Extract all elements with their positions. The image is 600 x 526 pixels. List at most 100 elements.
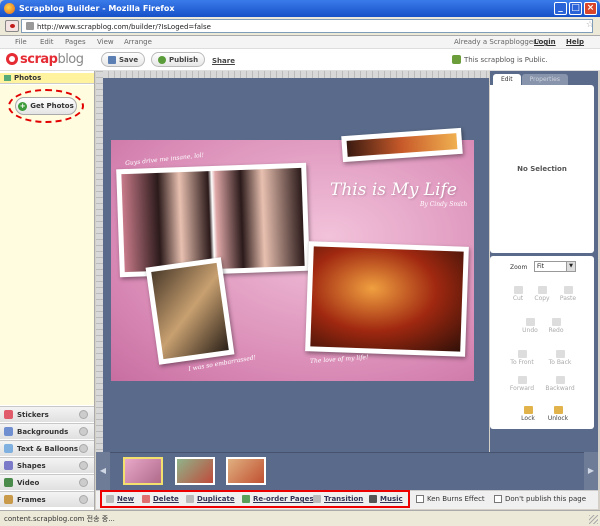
bookmark-star-icon[interactable]: ☆: [586, 20, 594, 30]
forward-button[interactable]: Forward: [504, 376, 540, 392]
dont-publish-checkbox[interactable]: Don't publish this page: [494, 495, 586, 503]
photo-image: [346, 133, 458, 157]
tool-label: Cut: [512, 295, 524, 302]
new-page-button[interactable]: New: [106, 495, 134, 503]
public-status: This scrapblog is Public.: [452, 55, 548, 64]
tab-edit[interactable]: Edit: [493, 74, 521, 85]
browser-statusbar: content.scrapblog.com 전송 중...: [0, 510, 600, 526]
menu-view[interactable]: View: [97, 38, 114, 46]
expand-icon: [79, 478, 88, 487]
section-text-balloons[interactable]: Text & Balloons: [0, 440, 94, 456]
zoom-select[interactable]: Fit ▼: [534, 261, 576, 272]
page-headline[interactable]: This is My Life: [330, 180, 457, 200]
checkbox-box: [494, 495, 502, 503]
cut-icon: [513, 286, 523, 294]
address-toolbar: http://www.scrapblog.com/builder/?IsLoge…: [0, 17, 600, 36]
get-photos-button[interactable]: + Get Photos: [15, 97, 77, 115]
balloon-icon: [4, 444, 13, 453]
section-label: Shapes: [17, 461, 46, 470]
filmstrip-prev-arrow[interactable]: ◀: [96, 452, 110, 490]
help-link[interactable]: Help: [566, 38, 584, 46]
duplicate-icon: [186, 495, 194, 503]
lock-icon: [523, 406, 533, 414]
photos-section-header[interactable]: Photos: [0, 73, 94, 84]
section-shapes[interactable]: Shapes: [0, 457, 94, 473]
login-link[interactable]: Login: [534, 38, 556, 46]
section-label: Video: [17, 478, 40, 487]
publish-button[interactable]: Publish: [151, 52, 206, 67]
tool-label: To Back: [548, 359, 572, 366]
redo-button[interactable]: Redo: [538, 318, 574, 334]
zoom-value: Fit: [537, 263, 545, 270]
photo-image: [121, 167, 305, 273]
page-byline[interactable]: By Cindy Smith: [420, 201, 467, 208]
section-backgrounds[interactable]: Backgrounds: [0, 423, 94, 439]
photos-section-body: + Get Photos: [0, 85, 94, 405]
reorder-pages-button[interactable]: Re-order Pages: [242, 495, 314, 503]
menu-file[interactable]: File: [15, 38, 27, 46]
expand-icon: [79, 461, 88, 470]
sticker-icon: [4, 410, 13, 419]
photo-image: [310, 246, 464, 352]
delete-page-button[interactable]: Delete: [142, 495, 179, 503]
no-selection-text: No Selection: [517, 165, 567, 173]
copy-icon: [537, 286, 547, 294]
publish-label: Publish: [169, 55, 199, 64]
already-member-text: Already a Scrapblogger?: [454, 38, 540, 46]
section-label: Stickers: [17, 410, 49, 419]
to-front-button[interactable]: To Front: [504, 350, 540, 366]
send-back-icon: [555, 350, 565, 358]
minimize-button[interactable]: _: [554, 2, 567, 15]
tool-label: Lock: [521, 415, 535, 422]
ruler-horizontal: [96, 71, 489, 78]
maximize-button[interactable]: □: [569, 2, 582, 15]
menu-edit[interactable]: Edit: [40, 38, 54, 46]
close-button[interactable]: ×: [584, 2, 597, 15]
tool-label: Unlock: [547, 415, 569, 422]
page-thumbnail[interactable]: [226, 457, 266, 485]
to-back-button[interactable]: To Back: [542, 350, 578, 366]
address-text: http://www.scrapblog.com/builder/?IsLoge…: [37, 23, 211, 31]
public-status-text: This scrapblog is Public.: [464, 55, 548, 64]
page-thumbnail[interactable]: [175, 457, 215, 485]
save-button[interactable]: Save: [101, 52, 146, 67]
resize-grip-icon[interactable]: [589, 515, 598, 524]
photos-icon: [4, 75, 11, 81]
tab-properties[interactable]: Properties: [521, 74, 568, 85]
expand-icon: [79, 410, 88, 419]
transition-icon: [313, 495, 321, 503]
section-stickers[interactable]: Stickers: [0, 406, 94, 422]
favicon-icon: [26, 22, 34, 30]
firefox-icon: [4, 3, 15, 14]
transition-button[interactable]: Transition: [313, 495, 363, 503]
forward-icon: [517, 376, 527, 384]
duplicate-page-button[interactable]: Duplicate: [186, 495, 235, 503]
page-thumbnail[interactable]: [123, 457, 163, 485]
left-panel: Photos + Get Photos Stickers Backgrounds…: [0, 71, 95, 510]
paste-icon: [563, 286, 573, 294]
photo-girl-store[interactable]: [145, 257, 235, 365]
ken-burns-checkbox[interactable]: Ken Burns Effect: [416, 495, 485, 503]
video-icon: [4, 478, 13, 487]
site-identity-icon[interactable]: [5, 20, 19, 32]
expand-icon: [79, 444, 88, 453]
address-bar[interactable]: http://www.scrapblog.com/builder/?IsLoge…: [21, 19, 593, 33]
unlock-button[interactable]: Unlock: [540, 406, 576, 422]
backward-button[interactable]: Backward: [542, 376, 578, 392]
share-link[interactable]: Share: [212, 57, 235, 65]
unlock-icon: [553, 406, 563, 414]
delete-icon: [142, 495, 150, 503]
new-page-icon: [106, 495, 114, 503]
filmstrip-next-arrow[interactable]: ▶: [584, 452, 598, 490]
page-filmstrip: [96, 452, 598, 490]
paste-button[interactable]: Paste: [550, 286, 586, 302]
checkbox-box: [416, 495, 424, 503]
checkbox-label: Ken Burns Effect: [427, 495, 485, 503]
menu-pages[interactable]: Pages: [65, 38, 86, 46]
music-button[interactable]: Music: [369, 495, 403, 503]
add-icon: +: [18, 101, 28, 111]
menu-arrange[interactable]: Arrange: [124, 38, 152, 46]
section-video[interactable]: Video: [0, 474, 94, 490]
section-frames[interactable]: Frames: [0, 491, 94, 507]
photo-boy[interactable]: [305, 241, 469, 357]
